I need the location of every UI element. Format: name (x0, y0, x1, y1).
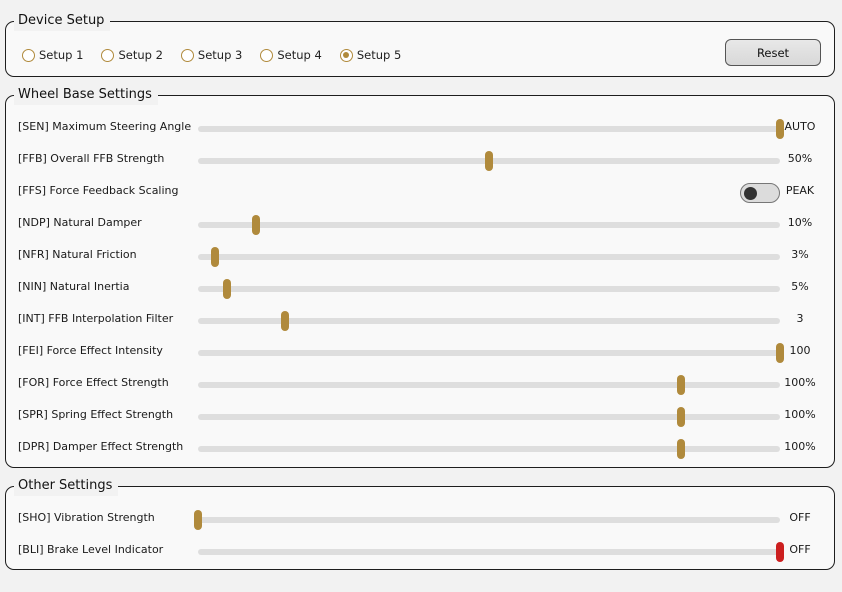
setting-row: [FEI] Force Effect Intensity 100 (6, 342, 834, 363)
setting-value: 100% (784, 440, 816, 453)
setting-row: [FFS] Force Feedback Scaling PEAK (6, 182, 834, 203)
setting-label: [DPR] Damper Effect Strength (18, 440, 184, 453)
slider-thumb[interactable] (211, 247, 220, 267)
wheel-base-settings-title: Wheel Base Settings (14, 85, 158, 105)
setting-label: [NDP] Natural Damper (18, 216, 142, 229)
slider-track[interactable] (198, 119, 784, 139)
setting-value: 100% (784, 376, 816, 389)
setting-value: 50% (787, 152, 813, 165)
radio-circle[interactable] (101, 48, 115, 62)
device-setup-group: Device Setup Setup 1 Setup 2 Setup 3 Set… (5, 11, 835, 77)
setting-value: 3% (791, 248, 809, 261)
slider-thumb[interactable] (485, 151, 493, 171)
slider-thumb[interactable] (252, 215, 261, 235)
slider-thumb[interactable] (194, 510, 202, 530)
setting-row: [FFB] Overall FFB Strength 50% (6, 150, 834, 171)
setting-value: OFF (789, 511, 811, 524)
setup-radio-label: Setup 5 (356, 48, 402, 62)
setting-row: [SHO] Vibration Strength OFF (6, 509, 834, 530)
setting-value: 5% (791, 280, 809, 293)
slider-thumb[interactable] (677, 375, 686, 395)
setting-value: 100 (789, 344, 811, 357)
setting-label: [FFS] Force Feedback Scaling (18, 184, 179, 197)
setting-value: 100% (784, 408, 816, 421)
slider-track[interactable] (198, 343, 784, 363)
setting-label: [SPR] Spring Effect Strength (18, 408, 174, 421)
radio-circle-selected[interactable] (339, 48, 353, 62)
slider-track[interactable] (198, 311, 780, 331)
setup-radio-2[interactable]: Setup 2 (101, 48, 163, 62)
setting-label: [BLI] Brake Level Indicator (18, 543, 164, 556)
setting-row: [NDP] Natural Damper 10% (6, 214, 834, 235)
slider-thumb[interactable] (677, 407, 686, 427)
setup-radio-label: Setup 4 (277, 48, 322, 62)
slider-track[interactable] (198, 215, 780, 235)
other-settings-group: Other Settings [SHO] Vibration Strength O… (5, 476, 835, 570)
setting-value: 3 (796, 312, 804, 325)
setting-row: [NFR] Natural Friction 3% (6, 246, 834, 267)
slider-track[interactable] (198, 439, 780, 459)
slider-thumb[interactable] (223, 279, 232, 299)
setting-label: [NFR] Natural Friction (18, 248, 137, 261)
slider-track[interactable] (198, 279, 780, 299)
other-settings-title: Other Settings (14, 476, 119, 496)
toggle-knob[interactable] (744, 186, 757, 200)
setting-value: OFF (789, 543, 811, 556)
device-setup-title: Device Setup (14, 11, 111, 31)
setup-radio-label: Setup 1 (39, 48, 84, 62)
slider-track[interactable] (198, 151, 780, 171)
slider-track[interactable] (198, 407, 780, 427)
setup-radio-label: Setup 3 (197, 48, 243, 62)
setting-label: [FEI] Force Effect Intensity (18, 344, 163, 357)
setting-row: [DPR] Damper Effect Strength 100% (6, 438, 834, 459)
setting-row: [FOR] Force Effect Strength 100% (6, 374, 834, 395)
setting-row: [SEN] Maximum Steering Angle AUTO (6, 118, 834, 139)
setup-radio-3[interactable]: Setup 3 (180, 48, 243, 62)
setup-radio-4[interactable]: Setup 4 (260, 48, 322, 62)
setting-value: 10% (787, 216, 813, 229)
radio-circle[interactable] (22, 48, 35, 62)
wheel-base-settings-group: Wheel Base Settings [SEN] Maximum Steeri… (5, 85, 835, 468)
toggle-switch[interactable] (740, 183, 780, 203)
setting-value: PEAK (785, 184, 815, 197)
setup-radio-1[interactable]: Setup 1 (22, 48, 83, 62)
setup-radio-5[interactable]: Setup 5 (339, 48, 402, 62)
setting-label: [NIN] Natural Inertia (18, 280, 130, 293)
slider-track[interactable] (198, 542, 784, 562)
reset-button[interactable]: Reset (725, 39, 821, 66)
setting-row: [NIN] Natural Inertia 5% (6, 278, 834, 299)
setting-label: [FFB] Overall FFB Strength (18, 152, 165, 165)
setting-row: [INT] FFB Interpolation Filter 3 (6, 310, 834, 331)
slider-track[interactable] (194, 510, 780, 530)
setting-label: [INT] FFB Interpolation Filter (18, 312, 174, 325)
setting-label: [SEN] Maximum Steering Angle (18, 120, 192, 133)
slider-track[interactable] (198, 375, 780, 395)
radio-circle[interactable] (180, 48, 194, 62)
setting-label: [FOR] Force Effect Strength (18, 376, 169, 389)
slider-thumb[interactable] (677, 439, 686, 459)
radio-circle[interactable] (260, 48, 274, 62)
setting-row: [SPR] Spring Effect Strength 100% (6, 406, 834, 427)
setting-label: [SHO] Vibration Strength (18, 511, 155, 524)
setup-radio-label: Setup 2 (118, 48, 163, 62)
slider-track[interactable] (198, 247, 780, 267)
setting-row: [BLI] Brake Level Indicator OFF (6, 541, 834, 562)
slider-thumb[interactable] (281, 311, 290, 331)
setting-value: AUTO (784, 120, 816, 133)
setup-radio-group: Setup 1 Setup 2 Setup 3 Setup 4 Setup 5 (22, 46, 419, 64)
